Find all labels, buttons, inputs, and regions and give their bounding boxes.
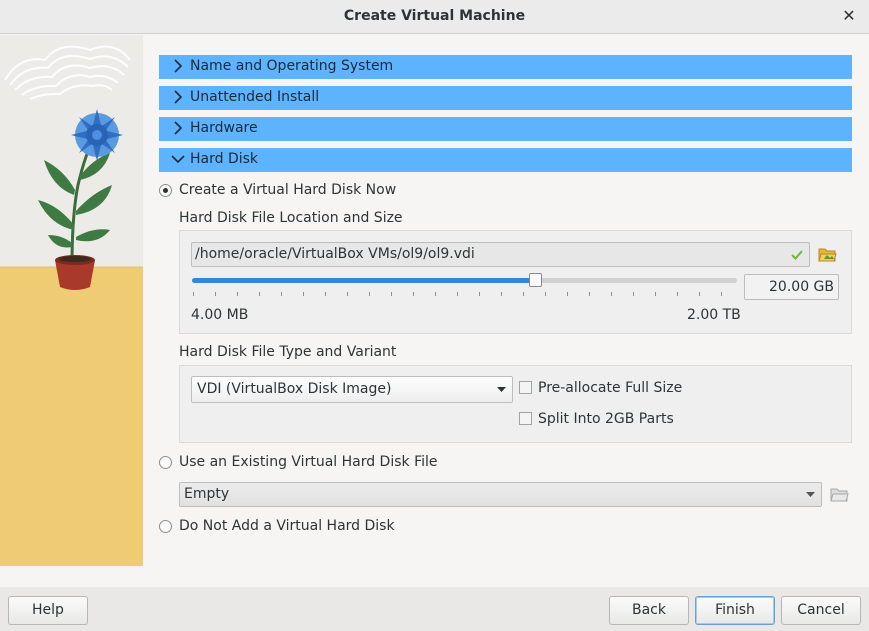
slider-tick [413, 292, 414, 296]
slider-tick [611, 292, 612, 296]
slider-tick [457, 292, 458, 296]
existing-disk-label[interactable]: Use an Existing Virtual Hard Disk File [179, 454, 438, 470]
split-2gb-checkbox[interactable] [519, 412, 532, 425]
slider-tick [721, 292, 722, 296]
slider-tick [215, 292, 216, 296]
slider-tick [523, 292, 524, 296]
slider-tick [325, 292, 326, 296]
existing-disk-select[interactable]: Empty [179, 482, 822, 507]
existing-disk-value: Empty [184, 486, 230, 502]
slider-tick [281, 292, 282, 296]
slider-tick [479, 292, 480, 296]
existing-disk-radio[interactable] [159, 456, 172, 469]
max-size-label: 2.00 TB [687, 307, 741, 323]
slider-tick [435, 292, 436, 296]
slider-tick [237, 292, 238, 296]
section-hard-disk[interactable]: Hard Disk [159, 148, 852, 172]
section-label: Name and Operating System [190, 58, 394, 74]
section-name-and-os[interactable]: Name and Operating System [159, 55, 852, 79]
chevron-down-icon [171, 155, 185, 164]
slider-tick [567, 292, 568, 296]
file-path-value: /home/oracle/VirtualBox VMs/ol9/ol9.vdi [195, 246, 475, 262]
slider-tick [501, 292, 502, 296]
no-disk-label[interactable]: Do Not Add a Virtual Hard Disk [179, 518, 395, 534]
size-slider[interactable] [192, 273, 738, 296]
checkmark-icon [791, 250, 803, 260]
help-button[interactable]: Help [8, 596, 88, 625]
slider-tick [589, 292, 590, 296]
section-hardware[interactable]: Hardware [159, 117, 852, 141]
title-bar: Create Virtual Machine ✕ [0, 0, 869, 34]
slider-tick [193, 292, 194, 296]
preallocate-label[interactable]: Pre-allocate Full Size [538, 380, 682, 396]
back-button[interactable]: Back [609, 596, 689, 625]
type-group-label: Hard Disk File Type and Variant [179, 344, 397, 360]
slider-fill [192, 278, 535, 283]
slider-tick [347, 292, 348, 296]
dropdown-arrow-icon [497, 387, 506, 392]
split-2gb-label[interactable]: Split Into 2GB Parts [538, 411, 674, 427]
slider-tick [369, 292, 370, 296]
disk-type-value: VDI (VirtualBox Disk Image) [197, 381, 392, 397]
finish-button[interactable]: Finish [695, 596, 775, 625]
close-icon[interactable]: ✕ [839, 6, 859, 26]
preallocate-checkbox[interactable] [519, 381, 532, 394]
slider-tick [303, 292, 304, 296]
disk-type-select[interactable]: VDI (VirtualBox Disk Image) [191, 376, 513, 403]
chevron-right-icon [174, 59, 183, 73]
section-label: Hard Disk [190, 151, 259, 167]
slider-tick [655, 292, 656, 296]
location-group-label: Hard Disk File Location and Size [179, 210, 403, 226]
section-unattended-install[interactable]: Unattended Install [159, 86, 852, 110]
size-input[interactable]: 20.00 GB [744, 274, 839, 300]
file-path-field[interactable]: /home/oracle/VirtualBox VMs/ol9/ol9.vdi [191, 242, 810, 267]
window-title: Create Virtual Machine [343, 8, 526, 24]
slider-tick [545, 292, 546, 296]
slider-tick [699, 292, 700, 296]
cancel-button[interactable]: Cancel [781, 596, 861, 625]
dropdown-arrow-icon [806, 492, 815, 497]
chevron-right-icon [174, 90, 183, 104]
slider-tick [391, 292, 392, 296]
slider-tick [677, 292, 678, 296]
slider-tick [633, 292, 634, 296]
folder-open-icon[interactable] [818, 245, 837, 263]
chevron-right-icon [174, 121, 183, 135]
slider-tick [259, 292, 260, 296]
wizard-illustration [0, 35, 143, 566]
create-disk-radio[interactable] [159, 184, 172, 197]
create-disk-label[interactable]: Create a Virtual Hard Disk Now [179, 182, 396, 198]
section-label: Hardware [190, 120, 258, 136]
no-disk-radio[interactable] [159, 520, 172, 533]
section-label: Unattended Install [190, 89, 320, 105]
folder-open-icon [830, 488, 849, 502]
slider-handle[interactable] [529, 273, 542, 287]
size-value: 20.00 GB [769, 279, 834, 295]
min-size-label: 4.00 MB [191, 307, 249, 323]
